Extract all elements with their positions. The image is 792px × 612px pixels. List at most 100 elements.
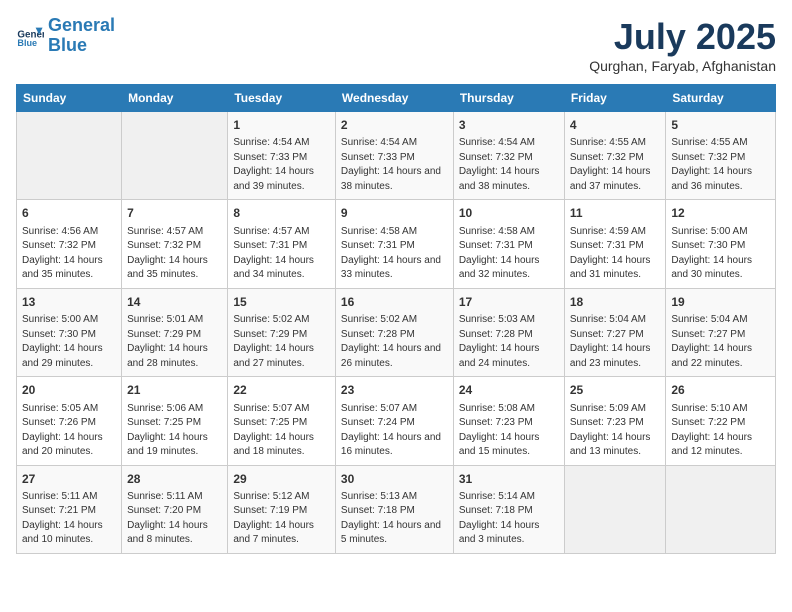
day-number: 14 <box>127 294 222 311</box>
day-info: Sunrise: 5:11 AMSunset: 7:21 PMDaylight:… <box>22 490 116 548</box>
day-number: 18 <box>570 294 661 311</box>
day-number: 15 <box>233 294 330 311</box>
day-number: 27 <box>22 471 116 488</box>
calendar-day-cell: 29 Sunrise: 5:12 AMSunset: 7:19 PMDayligh… <box>228 465 336 553</box>
calendar-day-cell: 21 Sunrise: 5:06 AMSunset: 7:25 PMDayligh… <box>122 377 228 465</box>
day-info: Sunrise: 5:01 AMSunset: 7:29 PMDaylight:… <box>127 313 222 371</box>
day-number: 10 <box>459 205 559 222</box>
calendar-day-cell: 27 Sunrise: 5:11 AMSunset: 7:21 PMDayligh… <box>17 465 122 553</box>
calendar-week-row: 1 Sunrise: 4:54 AMSunset: 7:33 PMDaylight… <box>17 112 776 200</box>
day-info: Sunrise: 5:10 AMSunset: 7:22 PMDaylight:… <box>671 402 770 460</box>
calendar-header-tuesday: Tuesday <box>228 85 336 112</box>
day-info: Sunrise: 5:08 AMSunset: 7:23 PMDaylight:… <box>459 402 559 460</box>
calendar-day-cell: 15 Sunrise: 5:02 AMSunset: 7:29 PMDayligh… <box>228 288 336 376</box>
day-info: Sunrise: 4:58 AMSunset: 7:31 PMDaylight:… <box>341 225 448 283</box>
day-number: 17 <box>459 294 559 311</box>
day-number: 26 <box>671 382 770 399</box>
calendar-day-cell: 10 Sunrise: 4:58 AMSunset: 7:31 PMDayligh… <box>453 200 564 288</box>
calendar-day-cell <box>122 112 228 200</box>
calendar-day-cell: 8Sunrise: 4:57 AMSunset: 7:31 PMDaylight… <box>228 200 336 288</box>
day-number: 11 <box>570 205 661 222</box>
calendar-day-cell: 31Sunrise: 5:14 AMSunset: 7:18 PMDayligh… <box>453 465 564 553</box>
calendar-day-cell: 28 Sunrise: 5:11 AMSunset: 7:20 PMDayligh… <box>122 465 228 553</box>
calendar-day-cell: 20Sunrise: 5:05 AMSunset: 7:26 PMDayligh… <box>17 377 122 465</box>
calendar-day-cell: 7 Sunrise: 4:57 AMSunset: 7:32 PMDaylight… <box>122 200 228 288</box>
day-number: 20 <box>22 382 116 399</box>
day-info: Sunrise: 4:54 AMSunset: 7:32 PMDaylight:… <box>459 136 559 194</box>
day-info: Sunrise: 5:12 AMSunset: 7:19 PMDaylight:… <box>233 490 330 548</box>
day-number: 28 <box>127 471 222 488</box>
calendar-header-friday: Friday <box>564 85 666 112</box>
day-info: Sunrise: 5:00 AMSunset: 7:30 PMDaylight:… <box>22 313 116 371</box>
calendar-header-thursday: Thursday <box>453 85 564 112</box>
day-number: 25 <box>570 382 661 399</box>
day-info: Sunrise: 5:13 AMSunset: 7:18 PMDaylight:… <box>341 490 448 548</box>
day-info: Sunrise: 4:57 AMSunset: 7:31 PMDaylight:… <box>233 225 330 283</box>
day-info: Sunrise: 5:04 AMSunset: 7:27 PMDaylight:… <box>570 313 661 371</box>
day-info: Sunrise: 4:56 AMSunset: 7:32 PMDaylight:… <box>22 225 116 283</box>
day-info: Sunrise: 4:55 AMSunset: 7:32 PMDaylight:… <box>570 136 661 194</box>
day-info: Sunrise: 5:02 AMSunset: 7:29 PMDaylight:… <box>233 313 330 371</box>
calendar-day-cell: 14 Sunrise: 5:01 AMSunset: 7:29 PMDayligh… <box>122 288 228 376</box>
day-info: Sunrise: 5:00 AMSunset: 7:30 PMDaylight:… <box>671 225 770 283</box>
calendar-week-row: 6Sunrise: 4:56 AMSunset: 7:32 PMDaylight… <box>17 200 776 288</box>
calendar-day-cell: 11Sunrise: 4:59 AMSunset: 7:31 PMDayligh… <box>564 200 666 288</box>
day-info: Sunrise: 4:55 AMSunset: 7:32 PMDaylight:… <box>671 136 770 194</box>
day-info: Sunrise: 4:57 AMSunset: 7:32 PMDaylight:… <box>127 225 222 283</box>
calendar-table: SundayMondayTuesdayWednesdayThursdayFrid… <box>16 84 776 554</box>
calendar-week-row: 20Sunrise: 5:05 AMSunset: 7:26 PMDayligh… <box>17 377 776 465</box>
calendar-header-monday: Monday <box>122 85 228 112</box>
day-number: 29 <box>233 471 330 488</box>
day-number: 31 <box>459 471 559 488</box>
calendar-day-cell: 30 Sunrise: 5:13 AMSunset: 7:18 PMDayligh… <box>335 465 453 553</box>
calendar-day-cell: 23 Sunrise: 5:07 AMSunset: 7:24 PMDayligh… <box>335 377 453 465</box>
page-header: General Blue General Blue July 2025 Qurg… <box>16 16 776 74</box>
day-number: 22 <box>233 382 330 399</box>
day-info: Sunrise: 4:58 AMSunset: 7:31 PMDaylight:… <box>459 225 559 283</box>
calendar-day-cell: 12 Sunrise: 5:00 AMSunset: 7:30 PMDayligh… <box>666 200 776 288</box>
day-info: Sunrise: 4:54 AMSunset: 7:33 PMDaylight:… <box>341 136 448 194</box>
day-number: 2 <box>341 117 448 134</box>
calendar-week-row: 27 Sunrise: 5:11 AMSunset: 7:21 PMDayligh… <box>17 465 776 553</box>
calendar-day-cell <box>564 465 666 553</box>
day-info: Sunrise: 5:04 AMSunset: 7:27 PMDaylight:… <box>671 313 770 371</box>
calendar-day-cell: 4 Sunrise: 4:55 AMSunset: 7:32 PMDaylight… <box>564 112 666 200</box>
day-number: 1 <box>233 117 330 134</box>
calendar-day-cell: 6Sunrise: 4:56 AMSunset: 7:32 PMDaylight… <box>17 200 122 288</box>
day-info: Sunrise: 5:07 AMSunset: 7:25 PMDaylight:… <box>233 402 330 460</box>
logo: General Blue General Blue <box>16 16 115 56</box>
calendar-day-cell: 13Sunrise: 5:00 AMSunset: 7:30 PMDayligh… <box>17 288 122 376</box>
day-info: Sunrise: 5:11 AMSunset: 7:20 PMDaylight:… <box>127 490 222 548</box>
day-number: 12 <box>671 205 770 222</box>
calendar-day-cell: 16 Sunrise: 5:02 AMSunset: 7:28 PMDayligh… <box>335 288 453 376</box>
calendar-day-cell <box>666 465 776 553</box>
calendar-week-row: 13Sunrise: 5:00 AMSunset: 7:30 PMDayligh… <box>17 288 776 376</box>
calendar-day-cell: 9 Sunrise: 4:58 AMSunset: 7:31 PMDaylight… <box>335 200 453 288</box>
day-info: Sunrise: 4:54 AMSunset: 7:33 PMDaylight:… <box>233 136 330 194</box>
title-block: July 2025 Qurghan, Faryab, Afghanistan <box>589 16 776 74</box>
month-title: July 2025 <box>589 16 776 58</box>
day-number: 24 <box>459 382 559 399</box>
calendar-header-row: SundayMondayTuesdayWednesdayThursdayFrid… <box>17 85 776 112</box>
subtitle: Qurghan, Faryab, Afghanistan <box>589 58 776 74</box>
day-number: 7 <box>127 205 222 222</box>
day-number: 16 <box>341 294 448 311</box>
calendar-day-cell: 18 Sunrise: 5:04 AMSunset: 7:27 PMDayligh… <box>564 288 666 376</box>
calendar-day-cell: 24 Sunrise: 5:08 AMSunset: 7:23 PMDayligh… <box>453 377 564 465</box>
calendar-header-saturday: Saturday <box>666 85 776 112</box>
day-info: Sunrise: 5:06 AMSunset: 7:25 PMDaylight:… <box>127 402 222 460</box>
day-number: 3 <box>459 117 559 134</box>
day-number: 9 <box>341 205 448 222</box>
logo-icon: General Blue <box>16 22 44 50</box>
day-number: 30 <box>341 471 448 488</box>
day-info: Sunrise: 5:03 AMSunset: 7:28 PMDaylight:… <box>459 313 559 371</box>
day-number: 21 <box>127 382 222 399</box>
day-info: Sunrise: 5:07 AMSunset: 7:24 PMDaylight:… <box>341 402 448 460</box>
calendar-day-cell: 5Sunrise: 4:55 AMSunset: 7:32 PMDaylight… <box>666 112 776 200</box>
calendar-day-cell: 26 Sunrise: 5:10 AMSunset: 7:22 PMDayligh… <box>666 377 776 465</box>
calendar-day-cell: 22 Sunrise: 5:07 AMSunset: 7:25 PMDayligh… <box>228 377 336 465</box>
day-number: 23 <box>341 382 448 399</box>
day-info: Sunrise: 5:02 AMSunset: 7:28 PMDaylight:… <box>341 313 448 371</box>
calendar-day-cell <box>17 112 122 200</box>
day-number: 4 <box>570 117 661 134</box>
